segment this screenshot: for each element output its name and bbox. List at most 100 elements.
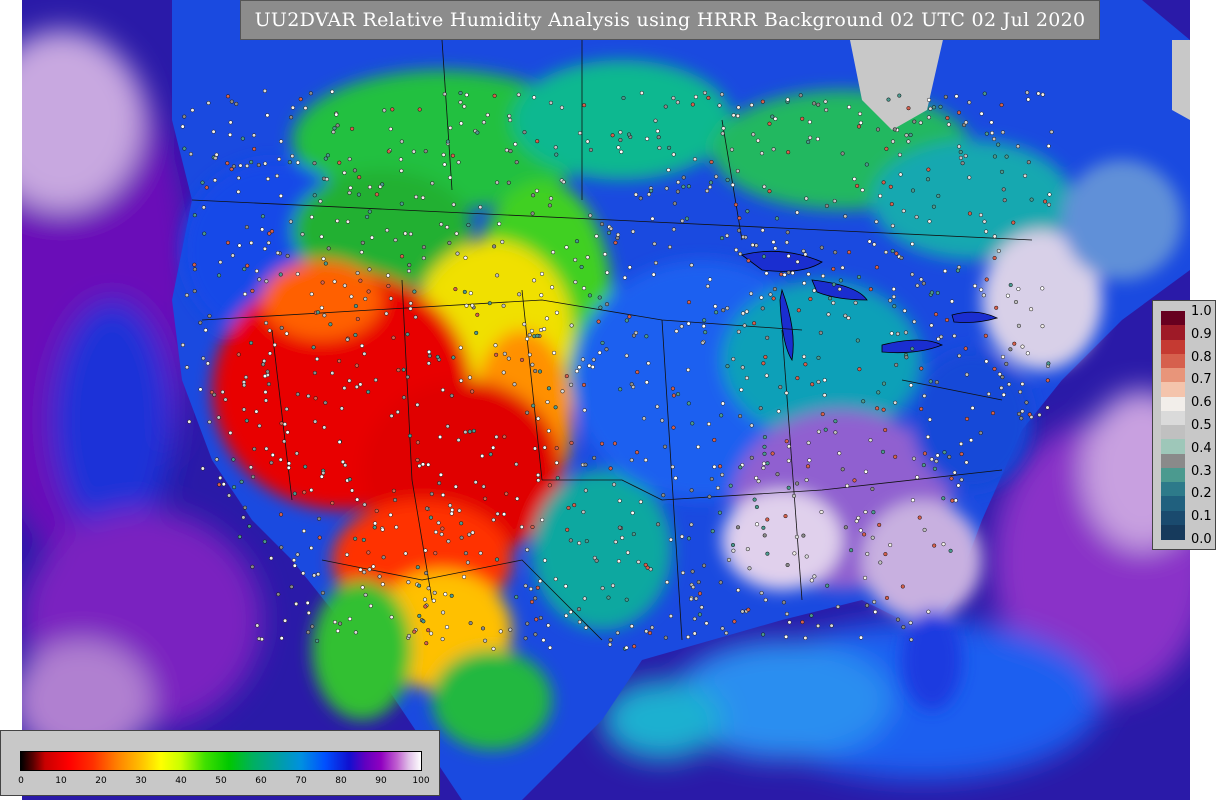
observation-dot bbox=[763, 597, 768, 603]
observation-dot bbox=[818, 330, 823, 335]
observation-dot bbox=[679, 534, 685, 539]
observation-dot bbox=[745, 209, 750, 214]
observation-dot bbox=[915, 475, 920, 480]
observation-dot bbox=[338, 621, 343, 626]
observation-dot bbox=[458, 90, 463, 96]
observation-dot bbox=[473, 480, 478, 485]
observation-dot bbox=[870, 535, 875, 540]
observation-dot bbox=[647, 630, 653, 636]
observation-dot bbox=[684, 216, 690, 221]
observation-dot bbox=[534, 617, 539, 622]
observation-dot bbox=[956, 110, 962, 115]
observation-dot bbox=[580, 357, 586, 362]
observation-dot bbox=[890, 139, 896, 144]
observation-dot bbox=[198, 387, 203, 392]
observation-dot bbox=[577, 365, 582, 370]
observation-dot bbox=[762, 435, 767, 440]
observation-dot bbox=[689, 522, 694, 527]
observation-dot bbox=[585, 139, 590, 144]
observation-dot bbox=[816, 429, 821, 434]
observation-dot bbox=[554, 152, 559, 157]
observation-dot bbox=[530, 211, 535, 216]
observation-dot bbox=[927, 219, 932, 224]
observation-dot bbox=[833, 430, 838, 435]
observation-dot bbox=[384, 311, 389, 316]
observation-dot bbox=[791, 493, 797, 498]
observation-dot bbox=[358, 278, 363, 283]
error-legend-swatch bbox=[1161, 467, 1185, 483]
observation-dot bbox=[243, 375, 249, 380]
observation-dot bbox=[217, 482, 222, 487]
observation-dot bbox=[475, 312, 480, 317]
observation-dot bbox=[712, 464, 717, 469]
observation-dot bbox=[213, 156, 218, 161]
observation-dot bbox=[1019, 416, 1024, 421]
observation-dot bbox=[254, 409, 259, 414]
observation-dot bbox=[563, 584, 568, 589]
observation-dot bbox=[732, 619, 737, 624]
observation-dot bbox=[440, 387, 445, 393]
observation-dot bbox=[726, 557, 732, 562]
observation-dot bbox=[944, 317, 950, 323]
observation-dot bbox=[694, 596, 699, 601]
observation-dot bbox=[435, 354, 440, 359]
observation-dot bbox=[849, 548, 854, 553]
observation-dot bbox=[380, 582, 385, 587]
observation-dot bbox=[771, 240, 776, 245]
observation-dot bbox=[319, 234, 324, 239]
observation-dot bbox=[448, 125, 453, 130]
observation-dot bbox=[761, 525, 766, 530]
observation-dot bbox=[201, 205, 206, 210]
observation-dot bbox=[454, 231, 459, 236]
observation-dot bbox=[502, 351, 507, 356]
observation-dot bbox=[786, 458, 791, 463]
observation-dot bbox=[488, 452, 493, 457]
observation-dot bbox=[967, 175, 972, 180]
observation-dot bbox=[857, 367, 862, 372]
observation-dot bbox=[690, 102, 695, 107]
observation-dot bbox=[522, 130, 527, 135]
observation-dot bbox=[705, 188, 710, 193]
observation-dot bbox=[403, 231, 408, 236]
observation-dot bbox=[978, 212, 983, 218]
observation-dot bbox=[323, 400, 328, 405]
observation-dot bbox=[502, 434, 507, 439]
observation-dot bbox=[360, 240, 365, 245]
observation-dot bbox=[420, 195, 426, 200]
observation-dot bbox=[957, 144, 962, 149]
observation-dot bbox=[315, 356, 320, 362]
observation-dot bbox=[796, 308, 801, 313]
observation-dot bbox=[182, 146, 187, 151]
observation-dot bbox=[645, 565, 650, 570]
observation-dot bbox=[401, 367, 406, 372]
observation-dot bbox=[569, 382, 574, 387]
observation-dot bbox=[504, 491, 509, 496]
error-legend: 1.0 0.9 0.8 0.7 0.6 0.5 0.4 0.3 0.2 0.1 0.0 bbox=[1152, 300, 1216, 550]
observation-dot bbox=[326, 246, 331, 251]
observation-dot bbox=[263, 398, 269, 403]
observation-dot bbox=[339, 406, 344, 411]
observation-dot bbox=[717, 103, 722, 108]
observation-dot bbox=[865, 603, 870, 608]
observation-dot bbox=[437, 481, 442, 486]
observation-dot bbox=[1002, 198, 1007, 203]
observation-dot bbox=[697, 612, 702, 617]
observation-dot bbox=[536, 473, 541, 478]
observation-dot bbox=[891, 294, 896, 299]
observation-dot bbox=[768, 292, 773, 297]
observation-dot bbox=[309, 545, 314, 551]
observation-dot bbox=[816, 355, 821, 360]
observation-dot bbox=[910, 241, 915, 247]
observation-dot bbox=[888, 542, 893, 548]
observation-dot bbox=[463, 255, 468, 260]
observation-dot bbox=[203, 328, 208, 333]
observation-dot bbox=[784, 634, 789, 639]
observation-dot bbox=[421, 256, 426, 261]
observation-dot bbox=[864, 162, 869, 167]
rh-colorbar-tick: 100 bbox=[412, 776, 430, 786]
observation-dot bbox=[1045, 405, 1050, 410]
observation-dot bbox=[724, 631, 729, 636]
observation-dot bbox=[959, 451, 964, 457]
observation-dot bbox=[643, 458, 648, 463]
observation-dot bbox=[262, 539, 267, 544]
